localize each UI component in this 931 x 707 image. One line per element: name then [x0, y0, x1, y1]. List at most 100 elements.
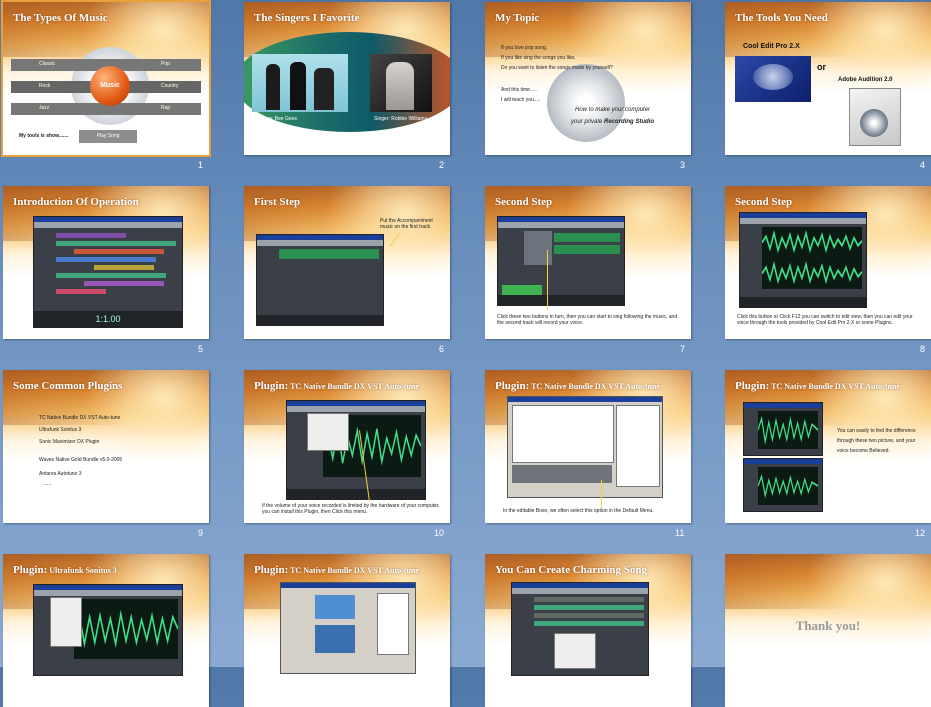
slide-1[interactable]: The Types Of Music Music Classic Pop Roc…: [1, 0, 211, 157]
slide-2[interactable]: The Singers I Favorite Group: Bee Gees S…: [244, 2, 450, 155]
music-diagram: Music Classic Pop Rock Country Jazz Rap: [11, 47, 201, 125]
thank-you-text: Thank you!: [795, 618, 861, 633]
slide-number: 8: [920, 344, 926, 354]
plugin-settings-screenshot: [280, 582, 416, 674]
slide-3[interactable]: My Topic If you love pop song, If you li…: [485, 2, 691, 155]
plugin-menu-screenshot: [286, 400, 426, 500]
genre-label-4: Country: [161, 83, 179, 89]
slide-9[interactable]: Some Common Plugins TC Native Bundle DX …: [3, 370, 209, 523]
final-multitrack-screenshot: [511, 582, 649, 676]
slide-title: Introduction Of Operation: [13, 196, 139, 208]
sonitus-screenshot: [33, 584, 183, 676]
plugin-label: Plugin:: [254, 564, 289, 576]
slide-title: The Singers I Favorite: [254, 12, 360, 24]
slide-number: 2: [439, 160, 445, 170]
slide-number: 6: [439, 344, 445, 354]
plugin-name: Ultrafunk Sonitus 3: [47, 566, 117, 575]
caption-bee-gees: Group: Bee Gees: [258, 116, 297, 122]
slide-15[interactable]: You Can Create Charming Song: [485, 554, 691, 707]
slide-number: 5: [198, 344, 204, 354]
bee-gees-photo: [252, 54, 348, 112]
tagline-emphasis: Recording Studio: [604, 119, 655, 125]
slide-13[interactable]: Plugin: Ultrafunk Sonitus 3: [3, 554, 209, 707]
topic-tagline-2: your private Recording Studio: [571, 119, 654, 125]
plugin-item-3: Sonic Maximizer DX Plugin: [39, 439, 100, 445]
or-label: or: [817, 62, 826, 72]
cool-edit-box: [735, 56, 811, 102]
callout-line: [547, 250, 548, 310]
slide-title: Second Step: [495, 196, 553, 208]
slide-sorter-grid: The Types Of Music Music Classic Pop Roc…: [0, 0, 931, 707]
slide-title: Plugin: TC Native Bundle DX VST Auto-tun…: [254, 380, 419, 392]
effects-menu: [50, 597, 82, 647]
before-screenshot: [743, 402, 823, 456]
step-note: If the volume of your voice recorded is …: [262, 503, 440, 515]
slide-8[interactable]: Second Step Click this button or Click F…: [725, 186, 931, 339]
effects-menu: [307, 413, 349, 451]
edit-view-screenshot: [739, 212, 867, 308]
slide-title: Plugin: TC Native Bundle DX VST Auto-tun…: [495, 380, 660, 392]
tool2-label: Adobe Audition 2.0: [838, 77, 893, 83]
slide-number: 3: [680, 160, 686, 170]
slide-title: The Types Of Music: [13, 12, 108, 24]
slide-4[interactable]: The Tools You Need Cool Edit Pro 2.X or …: [725, 2, 931, 155]
plugin-name: TC Native Bundle DX VST Auto-tune: [288, 382, 419, 391]
slide-14[interactable]: Plugin: TC Native Bundle DX VST Auto-tun…: [244, 554, 450, 707]
genre-label-5: Jazz: [39, 105, 50, 111]
robbie-williams-photo: [370, 54, 432, 112]
plugin-item-5: Antares Autotune 3: [39, 471, 82, 477]
plugin-dialog-screenshot: [507, 396, 663, 498]
slide-number: 4: [920, 160, 926, 170]
time-display: 1:1.00: [34, 311, 182, 327]
genre-label-1: Classic: [39, 61, 56, 67]
genre-label-6: Rap: [161, 105, 171, 111]
slide-11[interactable]: Plugin: TC Native Bundle DX VST Auto-tun…: [485, 370, 691, 523]
topic-line-1: If you love pop song,: [501, 45, 548, 51]
cd-graphic: [547, 64, 625, 142]
context-menu: [554, 633, 596, 669]
topic-tagline-1: How to make your computer: [575, 107, 651, 113]
slide-6[interactable]: First Step Put the Accompaniment music o…: [244, 186, 450, 339]
genre-label-2: Pop: [161, 61, 170, 67]
slide-10[interactable]: Plugin: TC Native Bundle DX VST Auto-tun…: [244, 370, 450, 523]
plugin-name: TC Native Bundle DX VST Auto-tune: [769, 382, 900, 391]
slide-number: 12: [915, 528, 926, 538]
slide-number: 11: [675, 528, 685, 538]
slide-7[interactable]: Second Step Click these two buttons in t…: [485, 186, 691, 339]
slide-16[interactable]: Thank you!: [725, 554, 931, 707]
play-song-button[interactable]: Play Song: [79, 130, 137, 143]
after-screenshot: [743, 458, 823, 512]
slide-title: Second Step: [735, 196, 793, 208]
callout-line: [601, 480, 602, 508]
slide-12[interactable]: Plugin: TC Native Bundle DX VST Auto-tun…: [725, 370, 931, 523]
slide-number: 10: [434, 528, 445, 538]
topic-line-6: I will teach you.....: [501, 97, 541, 103]
plugin-name: TC Native Bundle DX VST Auto-tune: [529, 382, 660, 391]
topic-line-3: Do you want to listen the songs made by …: [501, 65, 613, 71]
step-note: In the editable Boxe, we often select th…: [503, 508, 654, 514]
audition-box: [849, 88, 901, 146]
slide-5[interactable]: Introduction Of Operation 1:1.00: [3, 186, 209, 339]
tool1-label: Cool Edit Pro 2.X: [743, 43, 800, 50]
slide-title: My Topic: [495, 12, 540, 24]
multitrack-screenshot: 1:1.00: [33, 216, 183, 328]
step-note: You can easily to find the difference th…: [837, 428, 916, 454]
plugin-item-6: ......: [43, 481, 52, 487]
second-step-screenshot: [497, 216, 625, 306]
slide-title: Plugin: Ultrafunk Sonitus 3: [13, 564, 117, 576]
plugin-item-4: Waves Native Gold Bundle v5.0-2005: [39, 457, 123, 463]
plugin-label: Plugin:: [735, 380, 770, 392]
genre-label-3: Rock: [39, 83, 51, 89]
step-note: Click this button or Click F12 you can s…: [737, 314, 913, 326]
plugin-item-1: TC Native Bundle DX VST Auto-tune: [39, 415, 121, 421]
plugin-label: Plugin:: [254, 380, 289, 392]
topic-line-2: If you like sing the songs you like,: [501, 55, 576, 61]
slide-title: The Tools You Need: [735, 12, 828, 24]
slide-number: 7: [680, 344, 686, 354]
slide-number: 1: [198, 160, 204, 170]
step-note: Put the Accompaniment music on the first…: [380, 218, 433, 230]
topic-line-5: And this time.....: [501, 87, 537, 93]
slide-number: 9: [198, 528, 204, 538]
slide-title: Plugin: TC Native Bundle DX VST Auto-tun…: [254, 564, 419, 576]
slide-title: Plugin: TC Native Bundle DX VST Auto-tun…: [735, 380, 900, 392]
